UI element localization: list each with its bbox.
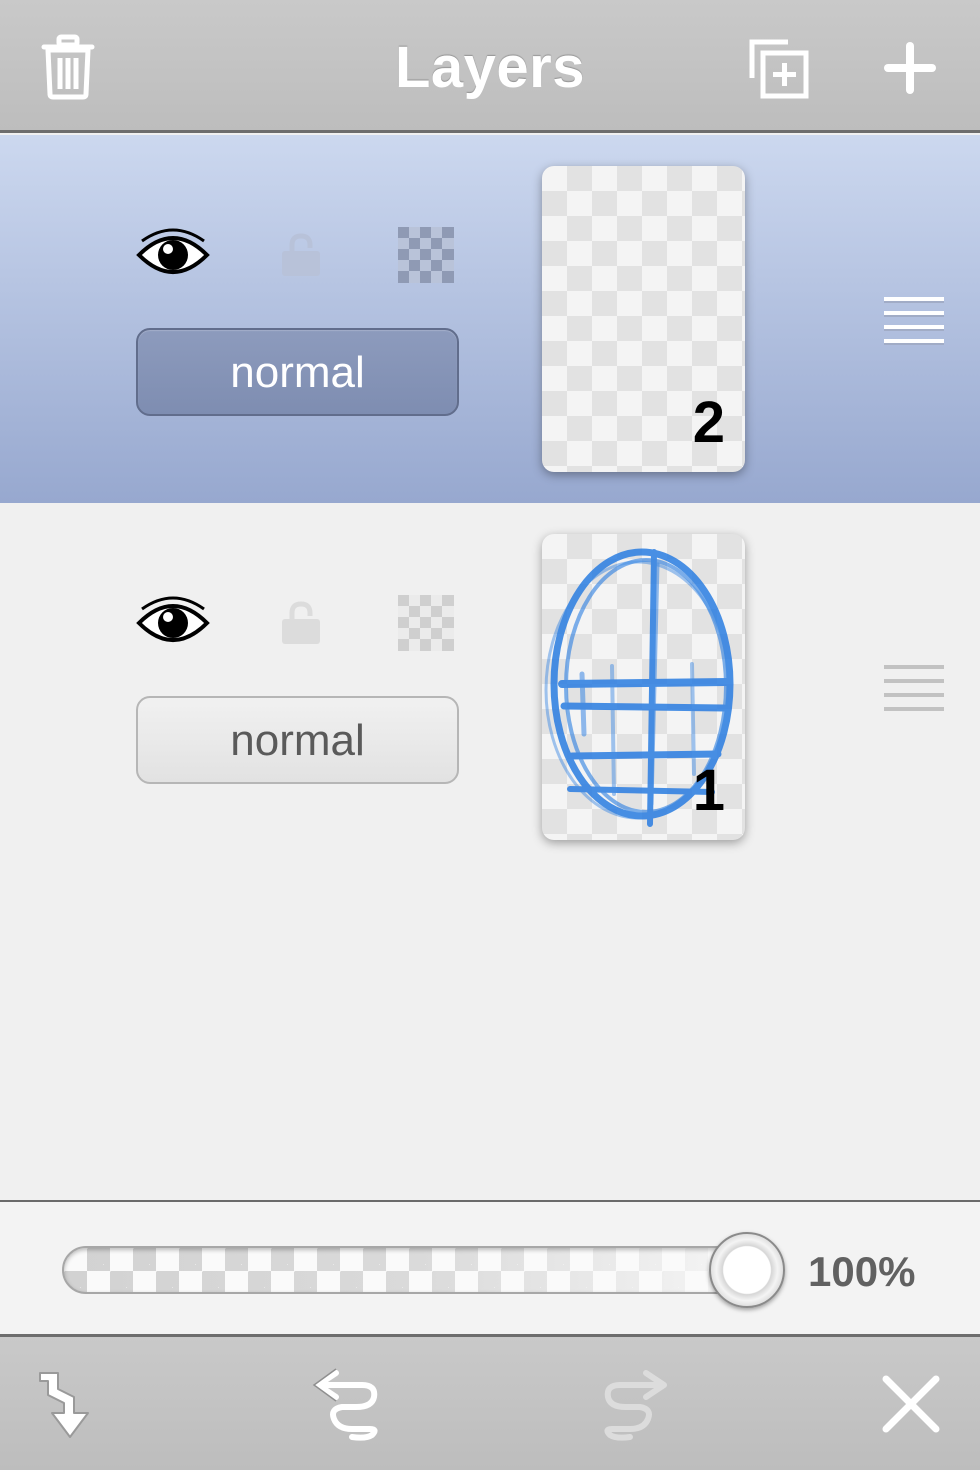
reorder-handle-icon[interactable] [884, 663, 944, 722]
reorder-handle-icon[interactable] [884, 295, 944, 354]
blend-mode-button[interactable]: normal [136, 328, 459, 416]
layer-number: 2 [692, 390, 725, 455]
layer-thumbnail[interactable]: 1 [542, 534, 745, 840]
blend-mode-button[interactable]: normal [136, 696, 459, 784]
bottom-toolbar [0, 1337, 980, 1470]
merge-down-icon[interactable] [34, 1367, 104, 1441]
eye-icon[interactable] [136, 227, 210, 288]
duplicate-layer-icon[interactable] [748, 38, 810, 100]
redo-icon[interactable] [594, 1367, 670, 1443]
lock-icon[interactable] [280, 232, 322, 283]
undo-icon[interactable] [312, 1367, 388, 1443]
close-icon[interactable] [880, 1373, 942, 1435]
alpha-lock-icon[interactable] [398, 595, 454, 656]
eye-icon[interactable] [136, 595, 210, 656]
plus-icon[interactable] [884, 42, 936, 94]
top-navigation-bar: Layers [0, 0, 980, 133]
opacity-value: 100% [808, 1248, 916, 1295]
layer-row-1[interactable]: normal 1 [0, 503, 980, 871]
page-title: Layers [394, 35, 586, 100]
layer-number: 1 [692, 758, 725, 823]
lock-icon[interactable] [280, 600, 322, 651]
opacity-slider-knob[interactable] [709, 1232, 785, 1308]
opacity-slider[interactable] [62, 1232, 785, 1308]
layer-thumbnail[interactable]: 2 [542, 166, 745, 472]
opacity-bar: 100% [0, 1200, 980, 1337]
layer-row-2[interactable]: normal 2 [0, 135, 980, 503]
alpha-lock-icon[interactable] [398, 227, 454, 288]
